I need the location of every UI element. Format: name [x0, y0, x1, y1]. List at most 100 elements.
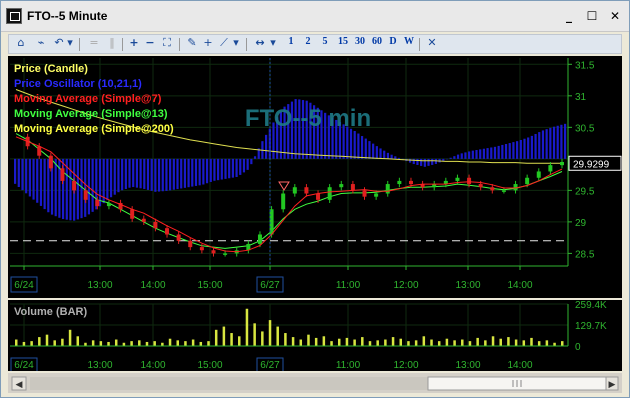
dropdown3-icon[interactable]: ▾ [268, 36, 278, 52]
dropdown-icon[interactable]: ▾ [65, 36, 75, 52]
legend-item: Price (Candle) [14, 63, 88, 75]
crosshair-icon[interactable]: + [200, 36, 216, 52]
x-tick-label: 11:00 [336, 280, 361, 291]
period-15-button[interactable]: 15 [335, 36, 351, 52]
period-d-button[interactable]: D [387, 36, 399, 52]
scroll-track[interactable] [30, 377, 428, 390]
maximize-button[interactable]: ☐ [584, 8, 600, 24]
volume-chart[interactable]: 259.4K 129.7K 0 Volume (BAR) 6/24 13:00 14:00 1… [8, 300, 622, 371]
oscillator-bar [25, 158, 28, 194]
y-tick-label: 29.5 [575, 186, 595, 197]
period-5-button[interactable]: 5 [319, 36, 331, 52]
oscillator-bar [80, 158, 83, 219]
scroll-icon[interactable]: ↔ [252, 36, 268, 52]
period-30-button[interactable]: 30 [352, 36, 368, 52]
oscillator-bar [516, 141, 519, 159]
oscillator-bar [154, 158, 157, 192]
candle-body [95, 199, 100, 207]
oscillator-bar [357, 133, 360, 159]
vol-x-tick-label: 14:00 [140, 360, 165, 371]
volume-bar [353, 339, 356, 346]
oscillator-bar [187, 158, 190, 188]
oscillator-bar [180, 158, 183, 189]
vol-x-tick-label: 12:00 [393, 360, 418, 371]
legend-item: Moving Average (Simple@7) [14, 93, 162, 105]
oscillator-bar [265, 134, 268, 159]
oscillator-bar [202, 158, 205, 185]
oscillator-bar [482, 148, 485, 159]
volume-bar [330, 341, 333, 346]
oscillator-bar [431, 158, 434, 165]
equals-icon[interactable]: = [86, 36, 102, 52]
oscillator-bar [564, 123, 567, 159]
oscillator-bar [383, 150, 386, 159]
oscillator-bar [397, 157, 401, 159]
dropdown2-icon[interactable]: ▾ [231, 36, 241, 52]
oscillator-bar [512, 142, 515, 159]
fit-icon[interactable]: ⛶ [159, 36, 175, 52]
zoom-out-icon[interactable]: − [142, 36, 158, 52]
period-1-button[interactable]: 1 [285, 36, 297, 52]
oscillator-bar [560, 124, 563, 159]
oscillator-bar [194, 158, 198, 186]
volume-bar [507, 337, 510, 346]
oscillator-bar [534, 133, 537, 159]
candle-body [153, 221, 158, 229]
vol-y-tick-label: 0 [575, 342, 581, 353]
candle-body [525, 177, 530, 185]
close-chart-icon[interactable]: ✕ [424, 36, 440, 52]
oscillator-bar [205, 158, 209, 184]
candle-body [83, 190, 88, 200]
legend-item: Moving Average (Simple@200) [14, 123, 174, 135]
draw-pencil-icon[interactable]: ✎ [184, 36, 200, 52]
candle-body [455, 177, 460, 181]
oscillator-bar [124, 158, 127, 189]
horizontal-scrollbar[interactable]: ◀ ▶ [8, 373, 622, 393]
volume-bar [545, 340, 549, 346]
candle-body [130, 209, 135, 219]
oscillator-bar [224, 158, 227, 179]
oscillator-bar [530, 135, 533, 159]
price-chart-panel[interactable]: 31.53130.53029.52928.5FTO--5 min29.9299P… [8, 56, 622, 298]
candle-body [408, 180, 413, 185]
x-tick-label: 12:00 [393, 280, 418, 291]
candle-body [37, 146, 42, 156]
oscillator-bar [250, 158, 253, 165]
y-tick-label: 30.5 [575, 123, 595, 134]
minimize-button[interactable]: _ [561, 8, 577, 24]
symbol-icon[interactable]: ⌂ [13, 36, 29, 52]
oscillator-bar [408, 158, 412, 163]
candle-body [397, 180, 402, 185]
period-w-button[interactable]: W [403, 36, 415, 52]
period-60-button[interactable]: 60 [369, 36, 385, 52]
oscillator-bar [453, 156, 456, 159]
candle-body [141, 218, 146, 222]
oscillator-bar [486, 148, 489, 159]
app-logo-icon [6, 8, 22, 24]
pause-icon[interactable]: ‖ [104, 36, 120, 52]
oscillator-bar [549, 127, 552, 159]
price-chart[interactable]: 31.53130.53029.52928.5FTO--5 min29.9299P… [8, 56, 622, 298]
period-2-button[interactable]: 2 [302, 36, 314, 52]
oscillator-bar [364, 138, 367, 159]
trendline-icon[interactable]: ⟋ [216, 36, 232, 52]
oscillator-bar [552, 126, 556, 159]
close-button[interactable]: ✕ [607, 8, 623, 24]
chart-type-icon[interactable]: ⌁ [33, 36, 49, 52]
oscillator-bar [117, 158, 120, 193]
candle-body [188, 240, 193, 248]
oscillator-bar [54, 158, 57, 217]
title-bar[interactable]: FTO--5 Minute _ ☐ ✕ [1, 1, 629, 32]
oscillator-bar [412, 158, 415, 165]
zoom-in-icon[interactable]: + [126, 36, 142, 52]
volume-bar [514, 339, 518, 346]
volume-bar [299, 339, 303, 346]
oscillator-bar [113, 158, 116, 195]
oscillator-bar [471, 150, 474, 159]
volume-bar [499, 338, 502, 346]
volume-chart-panel[interactable]: 259.4K 129.7K 0 Volume (BAR) 6/24 13:00 14:00 1… [8, 300, 622, 371]
oscillator-bar [14, 158, 17, 184]
volume-bar [322, 336, 326, 346]
volume-bar [368, 341, 372, 346]
oscillator-bar [479, 149, 482, 159]
